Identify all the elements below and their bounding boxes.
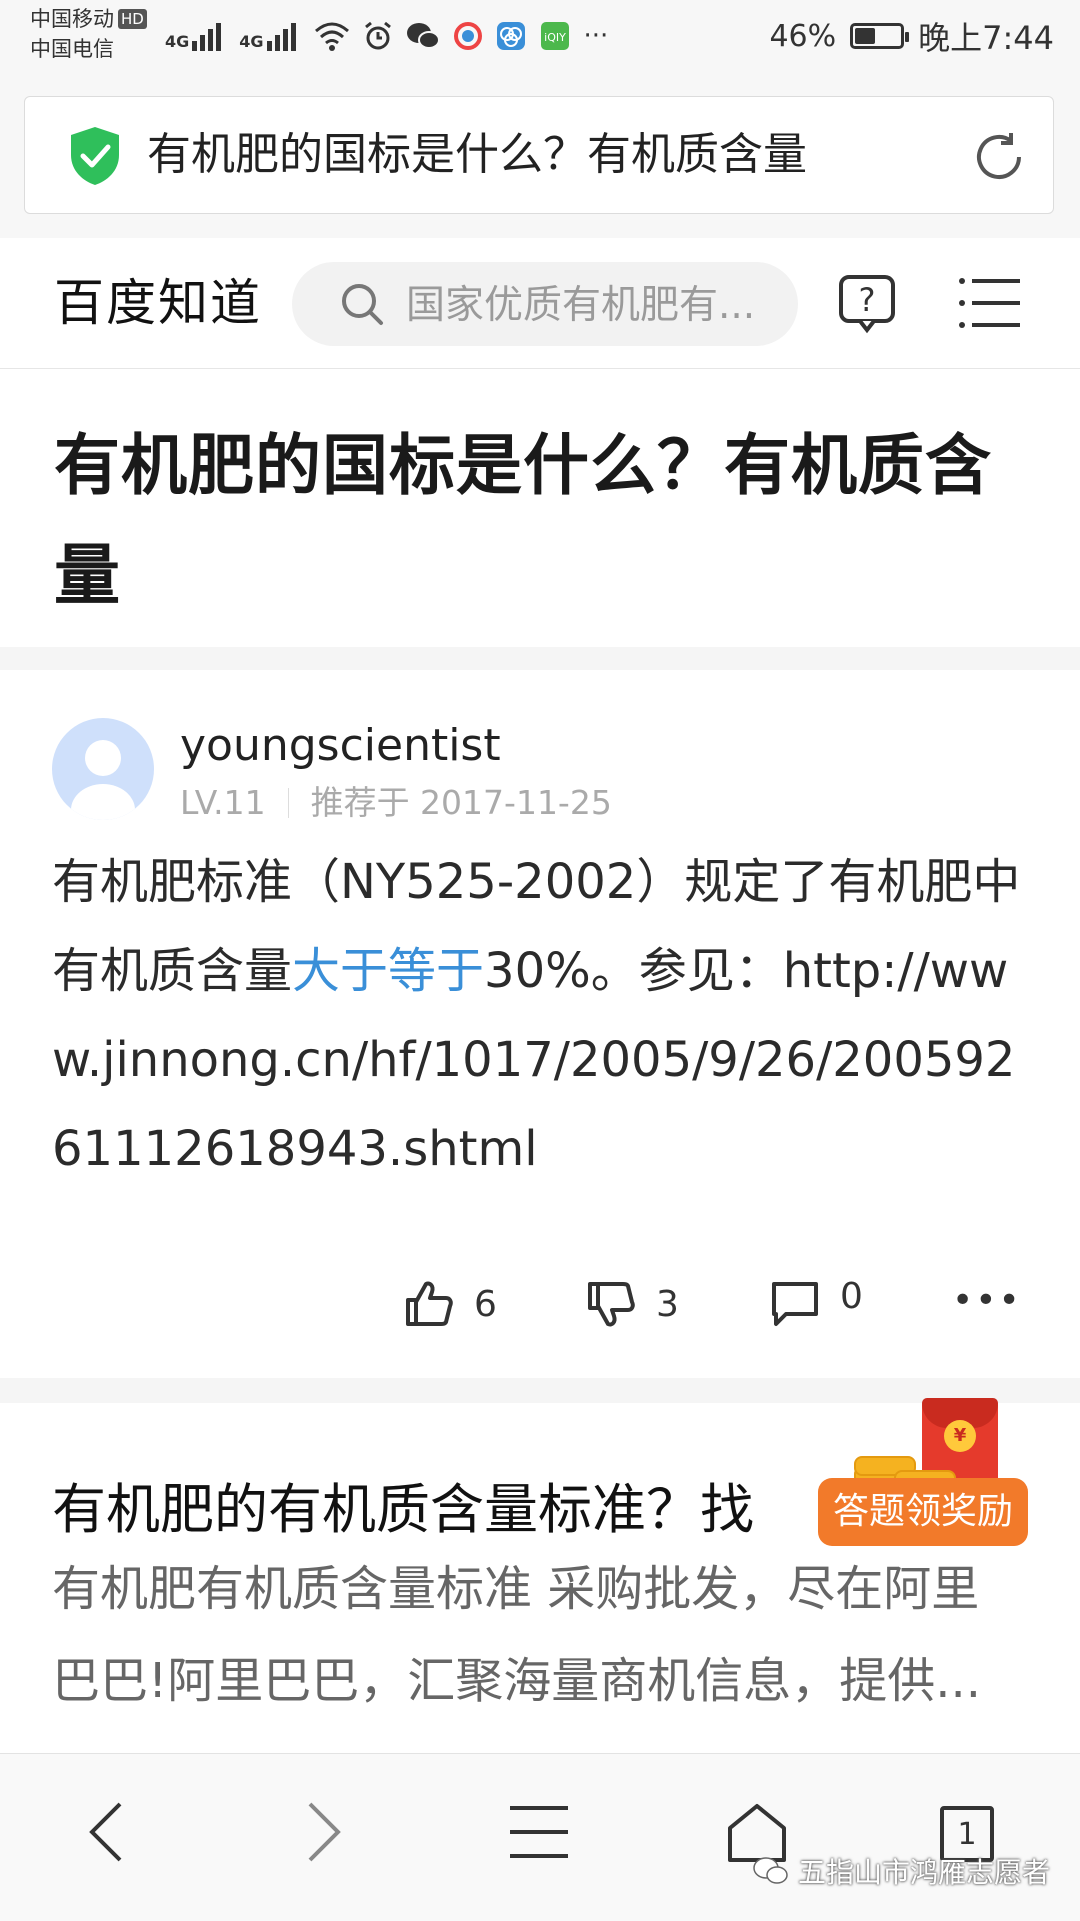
- thumbs-down-icon: [588, 1282, 635, 1327]
- avatar[interactable]: [52, 718, 154, 820]
- user-avatar-icon: [71, 740, 135, 820]
- question-section: 有机肥的国标是什么？有机质含量: [0, 369, 1080, 647]
- answer-actions: 6 3 0 •••: [0, 1270, 1080, 1350]
- alarm-icon: [364, 21, 391, 50]
- dislike-button[interactable]: 3: [586, 1280, 679, 1328]
- like-count: 6: [474, 1283, 497, 1325]
- comment-count: 0: [840, 1275, 863, 1317]
- menu-lines-icon[interactable]: [510, 1804, 568, 1860]
- carrier-1: 中国移动: [30, 7, 114, 31]
- svg-text:iQIY: iQIY: [544, 31, 566, 44]
- question-title: 有机肥的国标是什么？有机质含量: [54, 427, 992, 614]
- answer-meta: LV.11 推荐于 2017-11-25: [180, 776, 612, 824]
- tab-count: 1: [957, 1817, 977, 1852]
- status-icons: 4G 4G iQIY ···: [165, 14, 608, 58]
- comment-icon: [772, 1282, 818, 1326]
- reward-float-button[interactable]: ¥ 答题领奖励: [818, 1398, 1028, 1550]
- wifi-icon: [314, 22, 349, 51]
- like-button[interactable]: 6: [404, 1280, 497, 1328]
- svg-text:?: ?: [859, 281, 876, 319]
- address-bar-title: 有机肥的国标是什么？有机质含量: [147, 129, 807, 180]
- more-options-button[interactable]: •••: [952, 1280, 1022, 1321]
- carrier-info: 中国移动 HD 中国电信: [30, 4, 147, 64]
- status-bar: 中国移动 HD 中国电信 4G 4G iQIY ··· 46% 晚上7:44: [0, 0, 1080, 84]
- carrier-2: 中国电信: [30, 37, 114, 61]
- search-icon: [342, 284, 383, 325]
- user-level: LV.11: [180, 783, 266, 822]
- comment-button[interactable]: 0: [770, 1276, 863, 1328]
- search-input[interactable]: [404, 262, 778, 348]
- more-icon: •••: [952, 1280, 1022, 1321]
- baidu-zhidao-logo[interactable]: 百度知道: [54, 238, 262, 368]
- clock: 晚上7:44: [918, 19, 1054, 57]
- watermark: 五指山市鸿雁志愿者: [752, 1851, 1050, 1891]
- wechat-icon: [753, 1857, 788, 1884]
- browser-toolbar: 有机肥的国标是什么？有机质含量: [0, 84, 1080, 239]
- answer-body: 有机肥标准（NY525-2002）规定了有机肥中有机质含量大于等于30%。参见：…: [52, 854, 1021, 1177]
- secure-shield-icon: [71, 127, 119, 185]
- answerer-username[interactable]: youngscientist: [180, 720, 501, 771]
- battery-percent: 46%: [769, 18, 837, 54]
- reward-label: 答题领奖励: [818, 1478, 1028, 1546]
- recommend-date: 推荐于 2017-11-25: [310, 783, 612, 822]
- thumbs-up-icon: [406, 1281, 453, 1326]
- signal-icon: 4G: [165, 21, 225, 51]
- more-notifications: ···: [583, 21, 609, 51]
- app-icon: [453, 22, 482, 50]
- app-icon: [496, 22, 525, 50]
- forward-icon[interactable]: [304, 1800, 344, 1864]
- related-title[interactable]: 有机肥的有机质含量标准？找: [52, 1465, 754, 1544]
- wechat-icon: [406, 23, 440, 49]
- ask-question-icon[interactable]: ?: [838, 274, 896, 334]
- search-box[interactable]: [292, 262, 798, 348]
- iqiyi-icon: iQIY: [540, 22, 569, 50]
- hd-badge: HD: [118, 9, 147, 29]
- browser-bottom-nav: 1 五指山市鸿雁志愿者: [0, 1753, 1080, 1921]
- related-description: 有机肥有机质含量标准 采购批发，尽在阿里巴巴!阿里巴巴，汇聚海量商机信息，提供.…: [52, 1561, 982, 1709]
- status-right: 46% 晚上7:44: [769, 14, 1054, 58]
- signal-icon: 4G: [239, 21, 299, 51]
- back-icon[interactable]: [86, 1800, 126, 1864]
- keyword-link[interactable]: 大于等于: [292, 943, 484, 999]
- address-bar[interactable]: 有机肥的国标是什么？有机质含量: [24, 96, 1054, 214]
- site-header: 百度知道 ?: [0, 238, 1080, 369]
- reload-icon[interactable]: [971, 129, 1027, 185]
- dislike-count: 3: [656, 1283, 679, 1325]
- menu-icon[interactable]: [958, 276, 1022, 330]
- battery-icon: [850, 23, 910, 49]
- answer-card: youngscientist LV.11 推荐于 2017-11-25 有机肥标准…: [0, 670, 1080, 1378]
